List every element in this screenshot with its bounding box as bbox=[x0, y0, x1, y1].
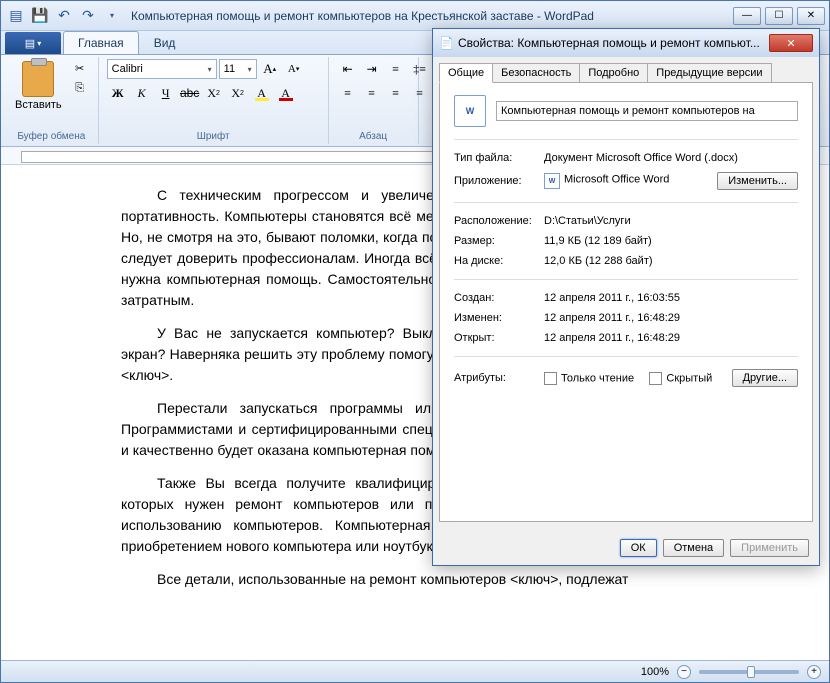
app-menu-icon[interactable]: ▤ bbox=[5, 5, 27, 27]
zoom-level: 100% bbox=[641, 666, 669, 678]
tab-general[interactable]: Общие bbox=[439, 63, 493, 83]
file-type-icon: W bbox=[454, 95, 486, 127]
paragraph-5: Все детали, использованные на ремонт ком… bbox=[121, 569, 789, 590]
font-size-combo[interactable]: 11▾ bbox=[219, 59, 257, 79]
minimize-button[interactable]: — bbox=[733, 7, 761, 25]
justify-button[interactable]: ≡ bbox=[409, 83, 431, 103]
window-controls: — ☐ ✕ bbox=[733, 7, 825, 25]
app-label: Приложение: bbox=[454, 175, 544, 187]
properties-dialog: 📄 Свойства: Компьютерная помощь и ремонт… bbox=[432, 28, 820, 566]
tab-details[interactable]: Подробно bbox=[579, 63, 648, 83]
dialog-titlebar: 📄 Свойства: Компьютерная помощь и ремонт… bbox=[433, 29, 819, 57]
align-left-button[interactable]: ≡ bbox=[337, 83, 359, 103]
paragraph-group-label: Абзац bbox=[337, 129, 410, 142]
clipboard-group-label: Буфер обмена bbox=[13, 129, 90, 142]
bullets-button[interactable]: ≡ bbox=[385, 59, 407, 79]
maximize-button[interactable]: ☐ bbox=[765, 7, 793, 25]
highlight-button[interactable]: A bbox=[251, 83, 273, 103]
titlebar: ▤ 💾 ↶ ↷ ▾ Компьютерная помощь и ремонт к… bbox=[1, 1, 829, 31]
dialog-tabs: Общие Безопасность Подробно Предыдущие в… bbox=[439, 63, 813, 83]
bold-button[interactable]: Ж bbox=[107, 83, 129, 103]
zoom-slider[interactable] bbox=[699, 670, 799, 674]
quick-access-toolbar: ▤ 💾 ↶ ↷ ▾ bbox=[5, 5, 123, 27]
italic-button[interactable]: К bbox=[131, 83, 153, 103]
paste-label: Вставить bbox=[15, 99, 62, 111]
clipboard-group: Вставить ✂ ⎘ Буфер обмена bbox=[5, 57, 99, 144]
shrink-font-button[interactable]: A▾ bbox=[283, 59, 305, 79]
zoom-out-button[interactable]: − bbox=[677, 665, 691, 679]
apply-button[interactable]: Применить bbox=[730, 539, 809, 557]
created-label: Создан: bbox=[454, 292, 544, 304]
other-attrs-button[interactable]: Другие... bbox=[732, 369, 798, 387]
underline-button[interactable]: Ч bbox=[155, 83, 177, 103]
strike-button[interactable]: abc bbox=[179, 83, 201, 103]
font-color-button[interactable]: A bbox=[275, 83, 297, 103]
created-value: 12 апреля 2011 г., 16:03:55 bbox=[544, 292, 798, 304]
statusbar: 100% − + bbox=[1, 660, 829, 682]
paste-button[interactable]: Вставить bbox=[13, 59, 64, 113]
clipboard-icon bbox=[22, 61, 54, 97]
disk-value: 12,0 КБ (12 288 байт) bbox=[544, 255, 798, 267]
copy-icon[interactable]: ⎘ bbox=[70, 79, 90, 97]
font-name-combo[interactable]: Calibri▾ bbox=[107, 59, 217, 79]
align-right-button[interactable]: ≡ bbox=[385, 83, 407, 103]
dialog-title: Свойства: Компьютерная помощь и ремонт к… bbox=[458, 36, 769, 50]
cancel-button[interactable]: Отмена bbox=[663, 539, 724, 557]
type-value: Документ Microsoft Office Word (.docx) bbox=[544, 152, 798, 164]
save-icon[interactable]: 💾 bbox=[29, 5, 51, 27]
tab-content-general: W Компьютерная помощь и ремонт компьютер… bbox=[439, 82, 813, 522]
window-title: Компьютерная помощь и ремонт компьютеров… bbox=[131, 9, 733, 23]
size-value: 11,9 КБ (12 189 байт) bbox=[544, 235, 798, 247]
font-name-value: Calibri bbox=[112, 63, 143, 75]
readonly-label: Только чтение bbox=[561, 372, 634, 384]
decrease-indent-button[interactable]: ⇤ bbox=[337, 59, 359, 79]
zoom-thumb[interactable] bbox=[747, 666, 755, 678]
subscript-button[interactable]: X2 bbox=[203, 83, 225, 103]
tab-view[interactable]: Вид bbox=[139, 31, 191, 54]
grow-font-button[interactable]: A▴ bbox=[259, 59, 281, 79]
dialog-close-button[interactable]: ✕ bbox=[769, 34, 813, 52]
app-value: WMicrosoft Office Word bbox=[544, 173, 717, 189]
disk-label: На диске: bbox=[454, 255, 544, 267]
zoom-in-button[interactable]: + bbox=[807, 665, 821, 679]
modified-label: Изменен: bbox=[454, 312, 544, 324]
attrs-value: Только чтение Скрытый bbox=[544, 372, 732, 385]
filename-input[interactable]: Компьютерная помощь и ремонт компьютеров… bbox=[496, 101, 798, 121]
increase-indent-button[interactable]: ⇥ bbox=[361, 59, 383, 79]
type-label: Тип файла: bbox=[454, 152, 544, 164]
word-icon: W bbox=[544, 173, 560, 189]
tab-home[interactable]: Главная bbox=[63, 31, 139, 54]
modified-value: 12 апреля 2011 г., 16:48:29 bbox=[544, 312, 798, 324]
tab-previous-versions[interactable]: Предыдущие версии bbox=[647, 63, 771, 83]
file-menu-button[interactable]: ▤ ▾ bbox=[5, 32, 61, 54]
align-center-button[interactable]: ≡ bbox=[361, 83, 383, 103]
line-spacing-button[interactable]: ‡≡ bbox=[409, 59, 431, 79]
location-value: D:\Статьи\Услуги bbox=[544, 215, 798, 227]
qat-dropdown-icon[interactable]: ▾ bbox=[101, 5, 123, 27]
paragraph-group: ⇤ ⇥ ≡ ‡≡ ≡ ≡ ≡ ≡ Абзац bbox=[329, 57, 419, 144]
change-app-button[interactable]: Изменить... bbox=[717, 172, 798, 190]
attrs-label: Атрибуты: bbox=[454, 372, 544, 384]
accessed-label: Открыт: bbox=[454, 332, 544, 344]
redo-icon[interactable]: ↷ bbox=[77, 5, 99, 27]
close-button[interactable]: ✕ bbox=[797, 7, 825, 25]
cut-icon[interactable]: ✂ bbox=[70, 59, 90, 77]
accessed-value: 12 апреля 2011 г., 16:48:29 bbox=[544, 332, 798, 344]
font-group-label: Шрифт bbox=[107, 129, 320, 142]
font-size-value: 11 bbox=[224, 63, 235, 75]
readonly-checkbox[interactable] bbox=[544, 372, 557, 385]
dialog-icon: 📄 bbox=[439, 36, 454, 50]
dialog-buttons: ОК Отмена Применить bbox=[433, 531, 819, 565]
tab-security[interactable]: Безопасность bbox=[492, 63, 580, 83]
font-group: Calibri▾ 11▾ A▴ A▾ Ж К Ч abc X2 X2 A A Ш… bbox=[99, 57, 329, 144]
hidden-checkbox[interactable] bbox=[649, 372, 662, 385]
superscript-button[interactable]: X2 bbox=[227, 83, 249, 103]
dialog-body: Общие Безопасность Подробно Предыдущие в… bbox=[433, 57, 819, 531]
ok-button[interactable]: ОК bbox=[620, 539, 657, 557]
hidden-label: Скрытый bbox=[666, 372, 712, 384]
location-label: Расположение: bbox=[454, 215, 544, 227]
undo-icon[interactable]: ↶ bbox=[53, 5, 75, 27]
size-label: Размер: bbox=[454, 235, 544, 247]
